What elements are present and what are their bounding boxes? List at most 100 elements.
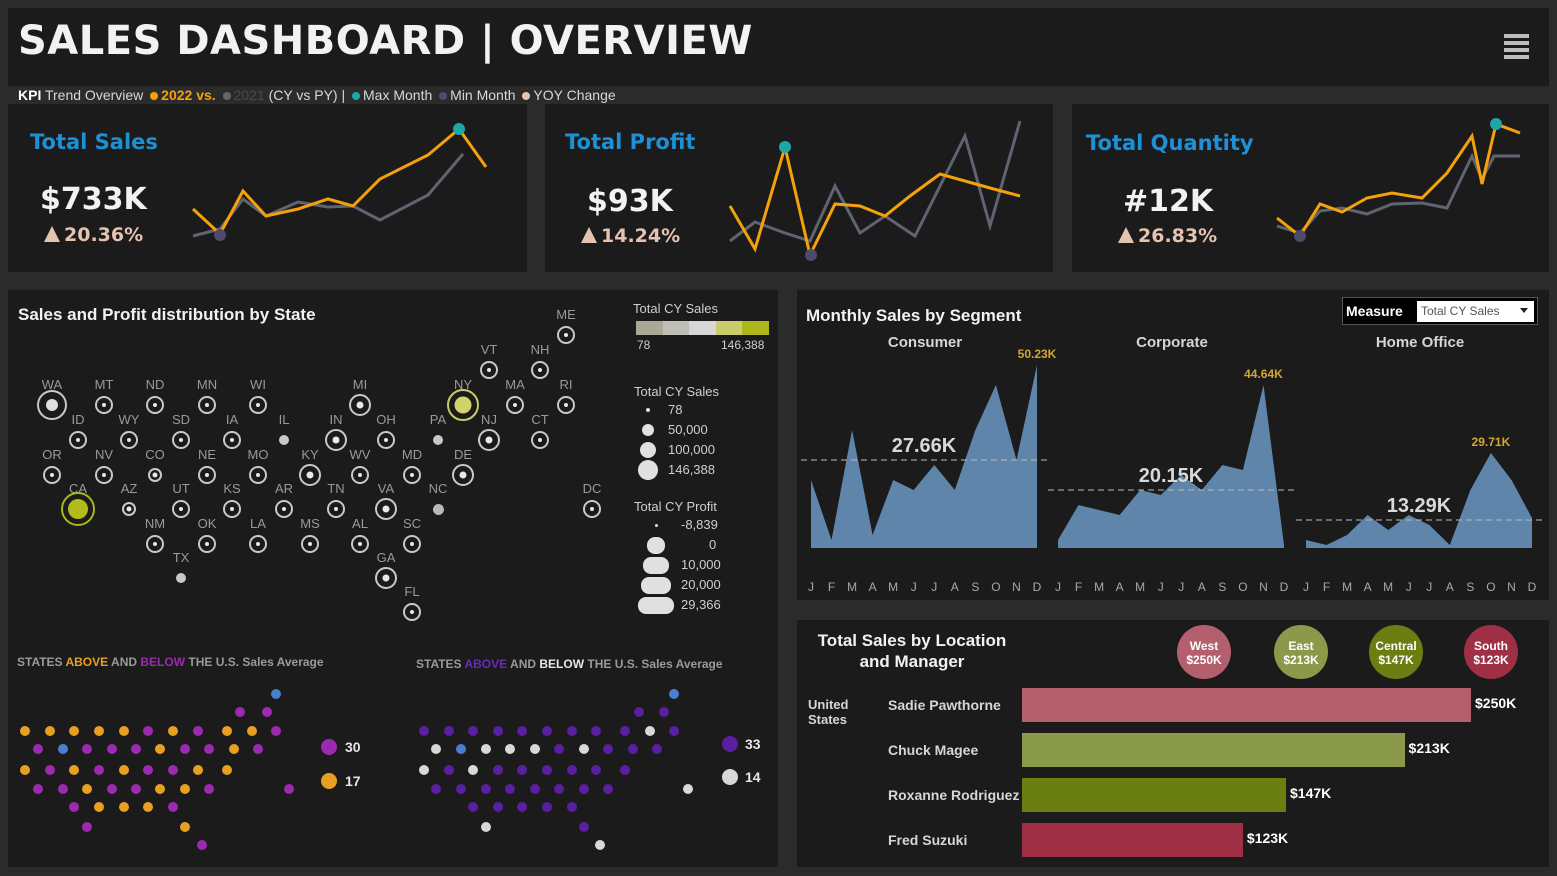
month-label: F [827, 580, 836, 594]
state-dot [493, 726, 503, 736]
state-marker[interactable] [432, 503, 444, 515]
size-legend-dot [646, 408, 650, 412]
state-marker[interactable] [279, 435, 289, 445]
state-marker[interactable] [120, 431, 138, 449]
profit-legend-value: 10,000 [681, 557, 721, 572]
manager-bar[interactable] [1022, 823, 1243, 857]
state-marker[interactable] [583, 500, 601, 518]
manager-bar[interactable] [1022, 778, 1286, 812]
state-marker[interactable] [506, 396, 524, 414]
manager-name: Roxanne Rodriguez [888, 787, 1020, 803]
region-bubble[interactable]: West $250K [1177, 625, 1231, 679]
white-count: 14 [745, 769, 761, 785]
state-label: CT [531, 412, 549, 427]
state-marker[interactable] [377, 431, 395, 449]
measure-select[interactable]: Total CY Sales [1417, 301, 1534, 322]
state-marker[interactable] [351, 535, 369, 553]
purple-legend-dot [722, 736, 738, 752]
state-marker[interactable] [531, 431, 549, 449]
region-bubble[interactable]: South $123K [1464, 625, 1518, 679]
state-marker[interactable] [95, 396, 113, 414]
state-label: RI [559, 377, 573, 392]
menu-icon[interactable] [1504, 34, 1529, 59]
state-label: FL [404, 584, 420, 599]
state-marker[interactable] [301, 535, 319, 553]
state-marker[interactable] [69, 431, 87, 449]
state-dot [505, 784, 515, 794]
state-dot [659, 707, 669, 717]
state-marker-core [308, 542, 312, 546]
state-dot [444, 765, 454, 775]
state-marker[interactable] [249, 396, 267, 414]
compare-caption-left: STATES ABOVE AND BELOW THE U.S. Sales Av… [17, 655, 324, 669]
state-label: ID [71, 412, 85, 427]
state-marker[interactable] [223, 500, 241, 518]
region-bubble[interactable]: Central $147K [1369, 625, 1423, 679]
state-dot [468, 765, 478, 775]
month-label: M [1342, 580, 1353, 594]
state-marker[interactable] [452, 464, 474, 486]
state-marker[interactable] [146, 535, 164, 553]
state-marker[interactable] [433, 435, 443, 445]
state-marker[interactable] [198, 396, 216, 414]
kpi-card-profit[interactable]: Total Profit $93K 14.24% [545, 104, 1053, 272]
state-marker-core [205, 403, 209, 407]
month-label: N [1507, 580, 1516, 594]
state-marker[interactable] [176, 573, 186, 583]
month-label: J [1055, 580, 1061, 594]
state-marker[interactable] [172, 431, 190, 449]
kpi-title: Total Quantity [1086, 131, 1254, 155]
month-label: F [1074, 580, 1083, 594]
profit-legend-marker [654, 524, 658, 527]
state-marker[interactable] [531, 361, 549, 379]
state-marker[interactable] [148, 468, 162, 482]
state-marker[interactable] [223, 431, 241, 449]
below-legend-dot [321, 739, 337, 755]
state-marker[interactable] [327, 500, 345, 518]
state-marker[interactable] [43, 466, 61, 484]
state-marker[interactable] [249, 466, 267, 484]
manager-bar[interactable] [1022, 733, 1405, 767]
state-marker-core [454, 396, 472, 414]
manager-bar[interactable] [1022, 688, 1471, 722]
state-dot [253, 744, 263, 754]
state-marker[interactable] [37, 390, 67, 420]
state-marker[interactable] [447, 389, 479, 421]
state-marker[interactable] [275, 500, 293, 518]
legend-py: 2021 [233, 87, 265, 103]
state-marker[interactable] [557, 396, 575, 414]
state-marker[interactable] [172, 500, 190, 518]
state-marker[interactable] [325, 429, 347, 451]
state-marker[interactable] [198, 535, 216, 553]
state-marker[interactable] [249, 535, 267, 553]
state-marker[interactable] [403, 603, 421, 621]
kpi-title: Total Sales [30, 130, 158, 154]
state-dot [591, 726, 601, 736]
max-month-dot [1490, 118, 1502, 130]
state-dot [197, 840, 207, 850]
state-marker[interactable] [478, 429, 500, 451]
kpi-value: $93K [587, 184, 673, 219]
state-marker[interactable] [375, 498, 397, 520]
state-marker[interactable] [403, 466, 421, 484]
state-marker[interactable] [61, 492, 95, 526]
state-label: MS [300, 516, 320, 531]
state-marker[interactable] [299, 464, 321, 486]
kpi-legend: KPI Trend Overview 2022 vs. 2021 (CY vs … [18, 87, 616, 103]
state-marker[interactable] [351, 466, 369, 484]
month-label: J [1405, 580, 1412, 594]
state-marker[interactable] [403, 535, 421, 553]
state-marker[interactable] [146, 396, 164, 414]
state-marker[interactable] [557, 326, 575, 344]
kpi-card-sales[interactable]: Total Sales $733K 20.36% [8, 104, 527, 272]
state-marker[interactable] [95, 466, 113, 484]
region-bubble[interactable]: East $213K [1274, 625, 1328, 679]
month-label: O [1486, 580, 1496, 594]
kpi-card-quantity[interactable]: Total Quantity #12K 26.83% [1072, 104, 1549, 272]
state-marker[interactable] [349, 394, 371, 416]
state-marker[interactable] [198, 466, 216, 484]
state-marker[interactable] [122, 502, 136, 516]
max-dot-icon [352, 91, 361, 100]
state-marker[interactable] [375, 567, 397, 589]
state-marker[interactable] [480, 361, 498, 379]
